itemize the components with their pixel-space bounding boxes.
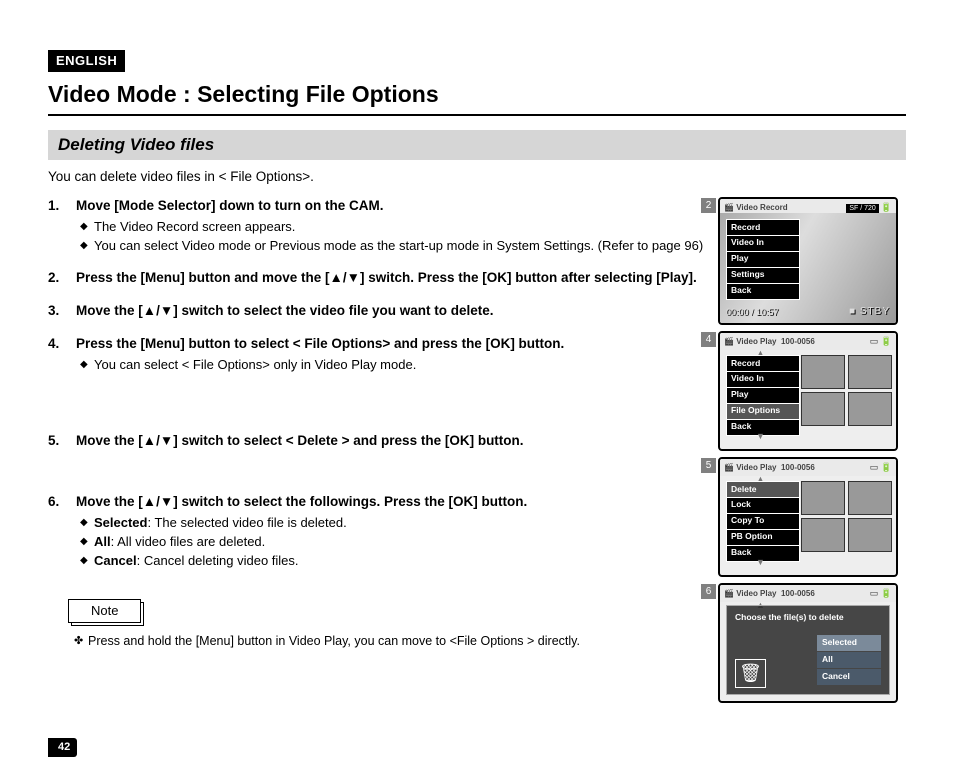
screenshot-4-number: 4 xyxy=(701,332,716,347)
screen-4-header: Video Play xyxy=(736,337,776,346)
step-2-title: Press the [Menu] button and move the [▲/… xyxy=(76,269,706,288)
screen-6-folder: 100-0056 xyxy=(781,589,815,598)
option-selected[interactable]: Selected xyxy=(817,635,881,651)
step-4-sub-1: You can select < File Options> only in V… xyxy=(80,356,706,374)
screenshot-5-number: 5 xyxy=(701,458,716,473)
intro-text: You can delete video files in < File Opt… xyxy=(48,168,906,187)
screenshot-2: 2 🎬 Video Record SF / 720🔋 Record Video … xyxy=(718,197,906,325)
menu-video-in[interactable]: Video In xyxy=(726,235,800,252)
menu-back[interactable]: Back xyxy=(726,283,800,300)
language-badge: ENGLISH xyxy=(48,50,125,72)
trash-icon: 🗑 xyxy=(735,659,766,688)
dialog-message: Choose the file(s) to delete xyxy=(735,612,881,623)
step-1-title: Move [Mode Selector] down to turn on the… xyxy=(76,197,706,216)
thumbnail[interactable] xyxy=(801,355,845,389)
thumbnail[interactable] xyxy=(848,481,892,515)
delete-dialog: Choose the file(s) to delete 🗑 Selected … xyxy=(726,605,890,695)
step-1-sub-1: The Video Record screen appears. xyxy=(80,218,706,236)
menu-video-in[interactable]: Video In xyxy=(726,371,800,388)
step-5-title: Move the [▲/▼] switch to select < Delete… xyxy=(76,432,706,451)
note-label: Note xyxy=(68,599,141,623)
option-cancel[interactable]: Cancel xyxy=(817,669,881,685)
step-3-title: Move the [▲/▼] switch to select the vide… xyxy=(76,302,706,321)
menu-delete[interactable]: Delete xyxy=(726,481,800,498)
menu-copy-to[interactable]: Copy To xyxy=(726,513,800,530)
thumbnail[interactable] xyxy=(848,392,892,426)
thumbnail[interactable] xyxy=(848,518,892,552)
menu-settings[interactable]: Settings xyxy=(726,267,800,284)
thumbnail[interactable] xyxy=(801,481,845,515)
screen-5-header: Video Play xyxy=(736,463,776,472)
thumbnail[interactable] xyxy=(801,518,845,552)
screenshot-5: 5 🎬 Video Play 100-0056 ▭ 🔋 ▲ Delete Loc… xyxy=(718,457,906,577)
step-3: Move the [▲/▼] switch to select the vide… xyxy=(48,302,706,321)
thumbnail[interactable] xyxy=(801,392,845,426)
instructions-column: Move [Mode Selector] down to turn on the… xyxy=(48,197,706,709)
note-text: Press and hold the [Menu] button in Vide… xyxy=(74,633,706,651)
step-1: Move [Mode Selector] down to turn on the… xyxy=(48,197,706,255)
menu-lock[interactable]: Lock xyxy=(726,497,800,514)
scroll-down-icon[interactable]: ▼ xyxy=(756,430,765,443)
step-5: Move the [▲/▼] switch to select < Delete… xyxy=(48,432,706,451)
menu-play[interactable]: Play xyxy=(726,387,800,404)
step-6-sub-2: All: All video files are deleted. xyxy=(80,533,706,551)
screen-5-folder: 100-0056 xyxy=(781,463,815,472)
screen-2-header: Video Record xyxy=(736,203,787,212)
screenshot-2-number: 2 xyxy=(701,198,716,213)
step-6-title: Move the [▲/▼] switch to select the foll… xyxy=(76,493,706,512)
option-all[interactable]: All xyxy=(817,652,881,668)
screen-2-timecode: 00:00 / 10:57 xyxy=(726,306,779,319)
screen-4-folder: 100-0056 xyxy=(781,337,815,346)
screenshot-4: 4 🎬 Video Play 100-0056 ▭ 🔋 ▲ Record Vid… xyxy=(718,331,906,451)
menu-file-options[interactable]: File Options xyxy=(726,403,800,420)
step-2: Press the [Menu] button and move the [▲/… xyxy=(48,269,706,288)
step-1-sub-2: You can select Video mode or Previous mo… xyxy=(80,237,706,255)
step-6-sub-3: Cancel: Cancel deleting video files. xyxy=(80,552,706,570)
thumbnail[interactable] xyxy=(848,355,892,389)
screenshots-column: 2 🎬 Video Record SF / 720🔋 Record Video … xyxy=(718,197,906,709)
page-title: Video Mode : Selecting File Options xyxy=(48,78,906,116)
step-6: Move the [▲/▼] switch to select the foll… xyxy=(48,493,706,570)
page-number: 42 xyxy=(48,738,77,757)
step-4-title: Press the [Menu] button to select < File… xyxy=(76,335,706,354)
screenshot-6-number: 6 xyxy=(701,584,716,599)
menu-pb-option[interactable]: PB Option xyxy=(726,529,800,546)
section-subtitle: Deleting Video files xyxy=(48,130,906,160)
screen-2-status: ■ STBY xyxy=(849,305,890,319)
step-4: Press the [Menu] button to select < File… xyxy=(48,335,706,374)
menu-play[interactable]: Play xyxy=(726,251,800,268)
menu-record[interactable]: Record xyxy=(726,355,800,372)
menu-record[interactable]: Record xyxy=(726,219,800,236)
step-6-sub-1: Selected: The selected video file is del… xyxy=(80,514,706,532)
scroll-down-icon[interactable]: ▼ xyxy=(756,556,765,569)
screen-6-header: Video Play xyxy=(736,589,776,598)
screenshot-6: 6 🎬 Video Play 100-0056 ▭ 🔋 ▲ Choose the… xyxy=(718,583,906,703)
